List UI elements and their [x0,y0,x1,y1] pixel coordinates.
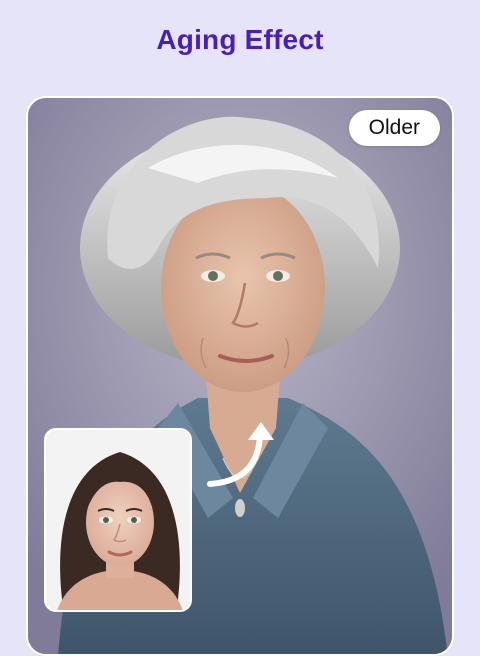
curved-arrow-icon [206,418,278,498]
young-woman-portrait-icon [44,428,192,612]
older-label-badge: Older [348,110,440,146]
page-title: Aging Effect [156,24,324,55]
preview-card: Older [26,96,454,656]
